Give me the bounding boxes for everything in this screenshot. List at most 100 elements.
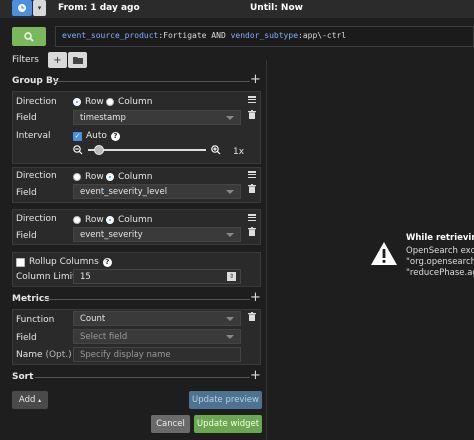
search-query-input[interactable]: event_source_product:Fortigate AND vendo… xyxy=(55,26,474,47)
select-value: Count xyxy=(80,314,106,324)
field-select[interactable]: event_severity_level xyxy=(73,184,241,199)
metrics-title: Metrics xyxy=(12,294,50,304)
cancel-button[interactable]: Cancel xyxy=(151,415,190,433)
interval-slider-track[interactable] xyxy=(88,149,206,151)
chevron-down-icon xyxy=(226,116,234,120)
select-placeholder: Select field xyxy=(80,332,128,342)
warning-icon xyxy=(371,242,397,265)
direction-label: Direction xyxy=(16,214,57,224)
metric-field-select[interactable]: Select field xyxy=(73,329,241,344)
radio-label: Column xyxy=(118,172,153,182)
add-sort-button[interactable]: + xyxy=(250,369,261,382)
divider xyxy=(47,299,250,300)
rollup-label: Rollup Columns xyxy=(29,257,99,267)
query-value: :app\-ctrl xyxy=(298,31,347,40)
field-label: Field xyxy=(16,188,37,198)
radio-selected[interactable] xyxy=(106,173,114,181)
direction-radio-row[interactable]: Row xyxy=(73,97,104,107)
field-label: Field xyxy=(16,113,37,123)
field-select[interactable]: event_severity xyxy=(73,227,241,242)
help-icon[interactable]: ? xyxy=(110,131,120,141)
direction-label: Direction xyxy=(16,171,57,181)
error-message-line: "org.opensearch.s xyxy=(406,257,474,267)
time-from: From: 1 day ago xyxy=(58,3,140,13)
direction-radio-row[interactable]: Row xyxy=(73,172,104,182)
auto-label: Auto xyxy=(86,131,107,141)
radio-label: Row xyxy=(85,97,104,107)
field-select[interactable]: timestamp xyxy=(73,110,241,125)
folder-filter-button[interactable] xyxy=(68,52,87,68)
display-name-input[interactable]: Specify display name xyxy=(73,347,241,362)
direction-radio-column[interactable]: Column xyxy=(106,172,152,182)
direction-radio-column[interactable]: Column xyxy=(106,215,152,225)
time-range-dropdown-button[interactable]: ▾ xyxy=(33,0,46,16)
checkbox-unchecked[interactable] xyxy=(16,257,25,267)
radio-selected[interactable] xyxy=(73,98,81,106)
time-range-button[interactable] xyxy=(12,0,32,16)
search-button[interactable] xyxy=(12,27,46,46)
add-button[interactable]: Add ▴ xyxy=(12,391,48,409)
stepper-icon[interactable]: ⇕ xyxy=(227,272,236,281)
add-group-by-button[interactable]: + xyxy=(250,73,261,86)
radio-unselected[interactable] xyxy=(73,216,81,224)
divider xyxy=(35,377,250,378)
radio-label: Row xyxy=(85,172,104,182)
query-field-name: vendor_subtype xyxy=(230,31,299,40)
radio-selected[interactable] xyxy=(106,216,114,224)
field-label: Field xyxy=(16,231,37,241)
select-value: event_severity xyxy=(80,230,143,240)
button-label: Add xyxy=(18,395,36,405)
update-preview-button[interactable]: Update preview xyxy=(189,391,262,409)
sort-title: Sort xyxy=(12,372,34,382)
error-message-line: OpenSearch excep xyxy=(406,246,474,256)
function-label: Function xyxy=(16,315,55,325)
radio-unselected[interactable] xyxy=(73,173,81,181)
add-filter-button[interactable]: + xyxy=(48,52,67,68)
direction-label: Direction xyxy=(16,97,57,107)
update-widget-button[interactable]: Update widget xyxy=(194,415,262,433)
input-placeholder: Specify display name xyxy=(80,350,171,360)
folder-icon xyxy=(72,57,83,64)
function-select[interactable]: Count xyxy=(73,311,241,326)
chevron-down-icon xyxy=(226,190,234,194)
input-value: 15 xyxy=(80,272,91,282)
chevron-down-icon xyxy=(226,233,234,237)
help-icon[interactable]: ? xyxy=(102,257,112,267)
query-field-name: event_source_product xyxy=(62,31,159,40)
trash-icon[interactable] xyxy=(248,184,256,193)
chevron-down-icon: ▾ xyxy=(37,4,42,12)
interval-scale-value: 1x xyxy=(233,147,245,157)
auto-interval-checkbox[interactable]: ✓ Auto? xyxy=(73,131,120,141)
name-label: Name (Opt.) xyxy=(16,350,72,360)
direction-radio-row[interactable]: Row xyxy=(73,215,104,225)
plus-icon: + xyxy=(53,54,62,66)
drag-handle-icon[interactable] xyxy=(248,171,256,178)
zoom-in-icon[interactable] xyxy=(211,145,221,155)
divider xyxy=(55,81,250,82)
drag-handle-icon[interactable] xyxy=(248,214,256,221)
search-icon xyxy=(24,31,34,42)
radio-label: Row xyxy=(85,215,104,225)
checkbox-checked[interactable]: ✓ xyxy=(73,131,82,141)
radio-unselected[interactable] xyxy=(106,98,114,106)
interval-label: Interval xyxy=(16,131,51,141)
interval-slider-handle[interactable] xyxy=(94,145,104,155)
trash-icon[interactable] xyxy=(248,110,256,119)
column-limit-input[interactable]: 15 ⇕ xyxy=(73,269,241,284)
select-value: event_severity_level xyxy=(80,187,168,197)
direction-radio-column[interactable]: Column xyxy=(106,97,152,107)
field-label: Field xyxy=(16,333,37,343)
drag-handle-icon[interactable] xyxy=(248,96,256,103)
zoom-out-icon[interactable] xyxy=(73,145,83,155)
caret-up-icon: ▴ xyxy=(38,396,42,404)
trash-icon[interactable] xyxy=(248,227,256,236)
trash-icon[interactable] xyxy=(248,312,256,321)
chevron-down-icon xyxy=(226,317,234,321)
chevron-down-icon xyxy=(226,335,234,339)
column-limit-label: Column Limit xyxy=(16,272,76,282)
select-value: timestamp xyxy=(80,113,126,123)
time-until: Until: Now xyxy=(250,3,303,13)
radio-label: Column xyxy=(118,215,153,225)
add-metric-button[interactable]: + xyxy=(250,291,261,304)
rollup-columns-checkbox[interactable]: Rollup Columns? xyxy=(16,257,112,267)
